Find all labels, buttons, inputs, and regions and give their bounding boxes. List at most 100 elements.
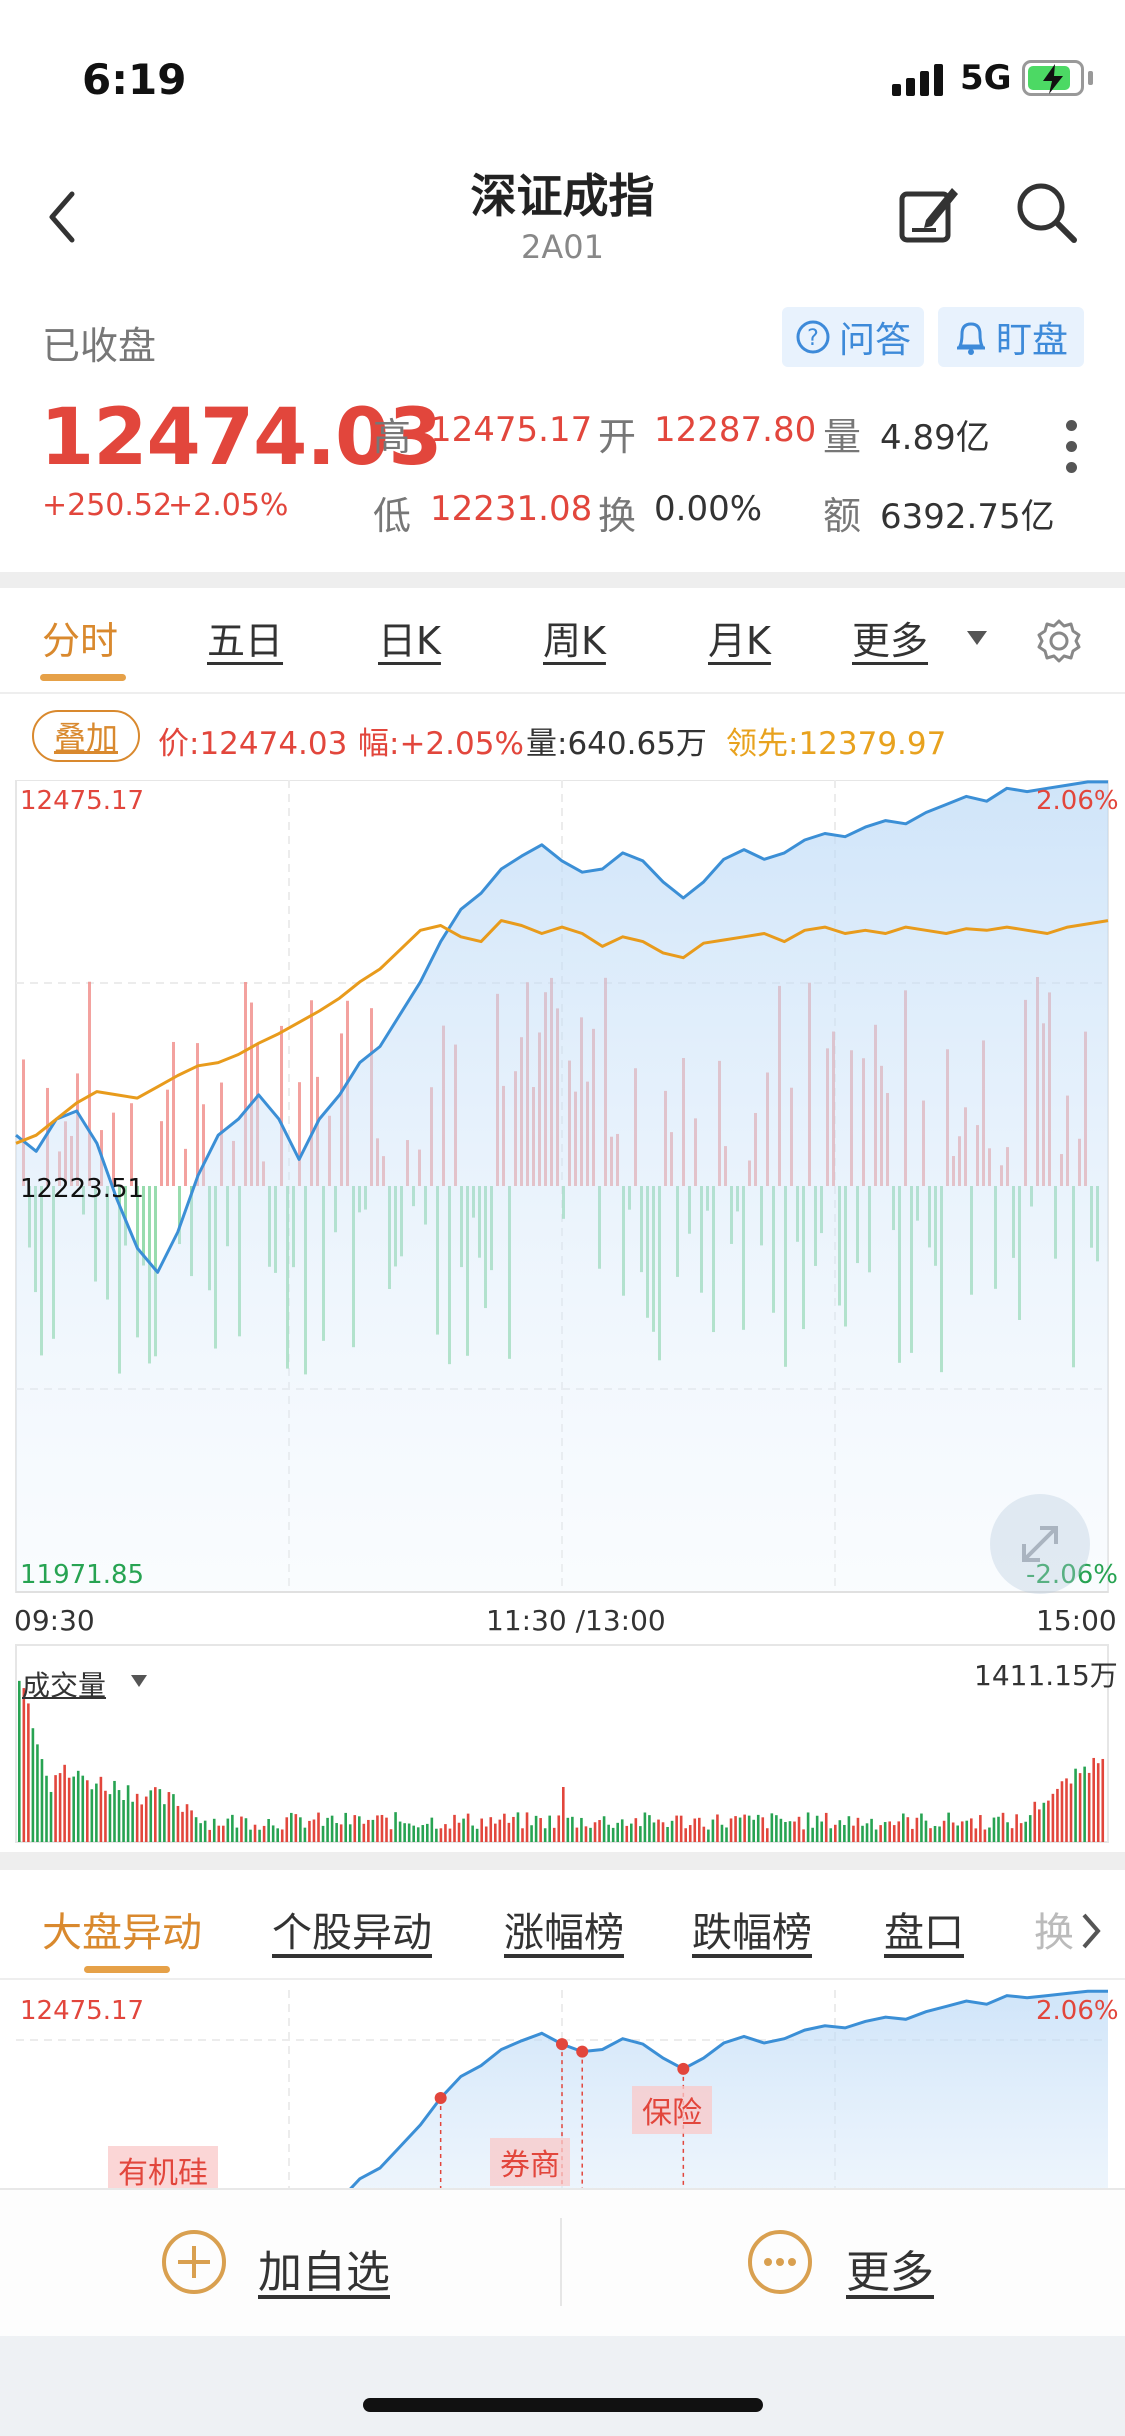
tab-day-k[interactable]: 日K bbox=[378, 610, 441, 665]
gear-icon[interactable] bbox=[1036, 618, 1082, 664]
add-circle-icon[interactable] bbox=[160, 2228, 228, 2296]
tab-five-day[interactable]: 五日 bbox=[207, 610, 283, 665]
svg-text:?: ? bbox=[807, 326, 819, 351]
volume-bar bbox=[262, 1825, 266, 1842]
volume-bar bbox=[593, 1822, 597, 1842]
volume-bar bbox=[1074, 1768, 1077, 1842]
volume-bar bbox=[716, 1814, 719, 1842]
volume-bar bbox=[484, 1826, 488, 1842]
volume-bar bbox=[951, 1822, 955, 1842]
volume-bar bbox=[625, 1825, 629, 1842]
volume-bar bbox=[244, 1818, 248, 1842]
active-tab-indicator bbox=[40, 674, 126, 681]
volume-label: 量 bbox=[823, 415, 862, 459]
volume-bar bbox=[389, 1829, 393, 1842]
volume-bar bbox=[149, 1790, 153, 1842]
volume-bar bbox=[144, 1796, 148, 1842]
tab-orderbook[interactable]: 盘口 bbox=[884, 1900, 964, 1958]
tab-gainers[interactable]: 涨幅榜 bbox=[504, 1900, 624, 1958]
home-indicator[interactable] bbox=[363, 2398, 763, 2412]
tab-week-k[interactable]: 周K bbox=[543, 610, 606, 665]
volume-bar bbox=[240, 1816, 243, 1842]
volume-bar bbox=[861, 1825, 864, 1842]
market-status: 已收盘 bbox=[42, 324, 157, 368]
volume-bar bbox=[185, 1804, 189, 1842]
volume-panel-label[interactable]: 成交量 bbox=[22, 1664, 106, 1704]
more-dots-icon[interactable] bbox=[1066, 420, 1078, 473]
status-time: 6:19 bbox=[82, 55, 187, 104]
volume-bar bbox=[679, 1815, 683, 1842]
volume-bar bbox=[86, 1780, 89, 1842]
more-circle-icon[interactable] bbox=[746, 2228, 814, 2296]
tag-brokerage[interactable]: 券商 bbox=[490, 2138, 570, 2186]
volume-bar bbox=[1024, 1821, 1027, 1842]
volume-bar bbox=[1047, 1800, 1050, 1842]
watch-button[interactable]: 盯盘 bbox=[938, 307, 1084, 367]
volume-bar bbox=[942, 1820, 946, 1842]
volume-bar bbox=[1001, 1812, 1005, 1842]
mini-top-label: 12475.17 bbox=[20, 1996, 145, 2026]
y-top-label: 12475.17 bbox=[20, 786, 145, 816]
signal-icon bbox=[892, 64, 946, 96]
volume-bar bbox=[779, 1818, 783, 1842]
tab-more[interactable]: 更多 bbox=[852, 610, 928, 665]
volume-bar bbox=[720, 1824, 724, 1842]
battery-icon bbox=[1022, 60, 1084, 96]
add-watchlist-button[interactable]: 加自选 bbox=[258, 2236, 390, 2300]
volume-dropdown-icon[interactable] bbox=[130, 1674, 148, 1688]
volume-bar bbox=[317, 1812, 320, 1842]
tag-insurance[interactable]: 保险 bbox=[632, 2086, 712, 2134]
tab-market-move[interactable]: 大盘异动 bbox=[42, 1900, 202, 1958]
volume-bar bbox=[1056, 1788, 1059, 1842]
volume-bar bbox=[194, 1817, 198, 1842]
tab-turnover[interactable]: 换 bbox=[1034, 1900, 1074, 1958]
search-icon[interactable] bbox=[1014, 180, 1080, 246]
chevron-right-icon[interactable] bbox=[1080, 1912, 1102, 1950]
volume-bar bbox=[707, 1829, 710, 1842]
volume-bar bbox=[580, 1817, 583, 1842]
volume-bar bbox=[380, 1814, 384, 1842]
overlay-button[interactable]: 叠加 bbox=[32, 710, 140, 762]
tab-intraday[interactable]: 分时 bbox=[42, 610, 118, 665]
volume-bar bbox=[956, 1825, 959, 1842]
volume-bar bbox=[1087, 1772, 1091, 1842]
x-label-mid: 11:30 /13:00 bbox=[486, 1604, 666, 1637]
volume-bar bbox=[403, 1823, 406, 1842]
volume-bar bbox=[634, 1818, 638, 1842]
volume-bar bbox=[684, 1828, 687, 1842]
volume-bar bbox=[784, 1821, 787, 1842]
volume-bar bbox=[974, 1828, 978, 1842]
volume-bar bbox=[602, 1816, 606, 1842]
volume-bar bbox=[643, 1812, 647, 1842]
volume-bar bbox=[1042, 1802, 1046, 1842]
volume-bar bbox=[979, 1815, 982, 1842]
volume-bar bbox=[852, 1825, 855, 1842]
tab-losers[interactable]: 跌幅榜 bbox=[692, 1900, 812, 1958]
price-change: +250.52 bbox=[42, 488, 173, 523]
volume-bar bbox=[725, 1827, 728, 1842]
intraday-chart[interactable] bbox=[0, 780, 1125, 1848]
volume-bar bbox=[303, 1827, 307, 1842]
tab-month-k[interactable]: 月K bbox=[708, 610, 771, 665]
volume-bar bbox=[756, 1814, 760, 1842]
volume-bar bbox=[729, 1818, 733, 1842]
question-icon: ? bbox=[796, 320, 830, 354]
tab-stock-move[interactable]: 个股异动 bbox=[272, 1900, 432, 1958]
volume-bar bbox=[507, 1822, 511, 1842]
volume-bar bbox=[430, 1817, 434, 1842]
dropdown-icon[interactable] bbox=[966, 630, 988, 646]
volume-bar bbox=[793, 1821, 796, 1842]
volume-bar bbox=[90, 1789, 94, 1842]
volume-bar bbox=[983, 1829, 987, 1842]
qa-button[interactable]: ? 问答 bbox=[782, 307, 924, 367]
fullscreen-button[interactable] bbox=[990, 1494, 1090, 1594]
volume-bar bbox=[688, 1825, 692, 1842]
volume-value: 4.89亿 bbox=[880, 418, 990, 458]
event-dot bbox=[677, 2062, 690, 2075]
tag-silicone[interactable]: 有机硅 bbox=[108, 2146, 218, 2194]
volume-bar bbox=[76, 1770, 80, 1842]
more-button[interactable]: 更多 bbox=[846, 2236, 934, 2300]
edit-icon[interactable] bbox=[896, 180, 962, 246]
volume-bar bbox=[412, 1825, 415, 1842]
low-value: 12231.08 bbox=[430, 489, 593, 529]
